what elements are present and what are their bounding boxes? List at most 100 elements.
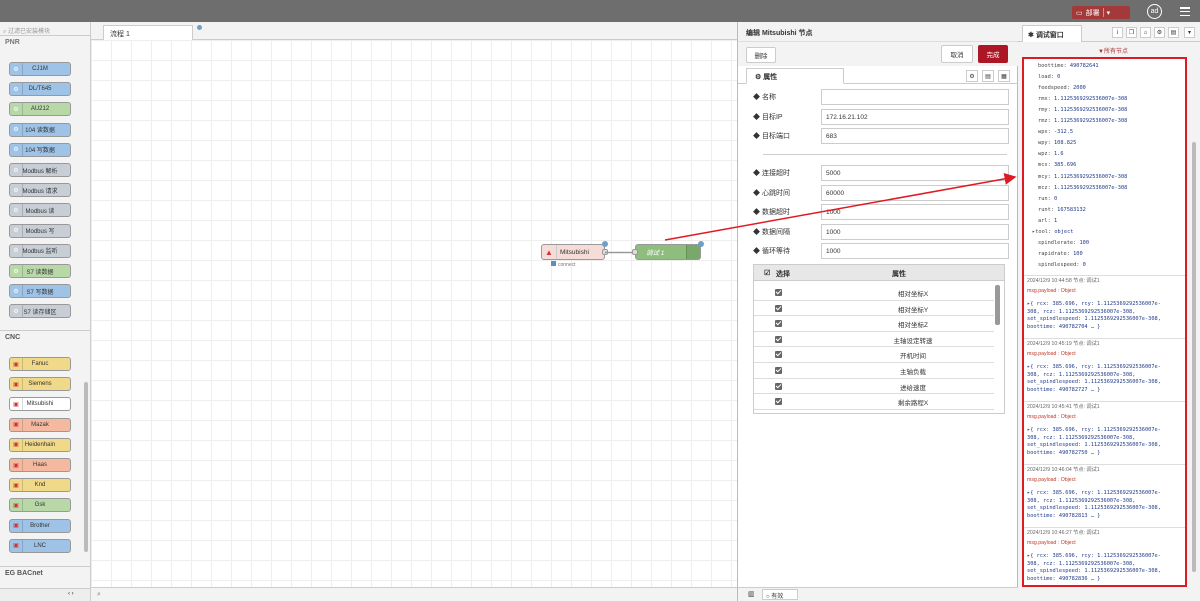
palette-node[interactable]: ▣ LNC xyxy=(9,538,71,553)
description-icon[interactable]: ▤ xyxy=(982,70,994,82)
palette-category-top[interactable]: PNR xyxy=(0,36,90,50)
user-avatar[interactable]: ad xyxy=(1147,4,1162,19)
palette-node[interactable]: ⚙ S7 读数据 xyxy=(9,264,71,278)
hamburger-menu-icon[interactable] xyxy=(1180,7,1190,16)
gear-icon[interactable]: ⚙ xyxy=(1154,27,1165,38)
tab-debug[interactable]: ✱ 调试窗口 xyxy=(1022,25,1082,42)
tab-flow-1[interactable]: 流程 1 xyxy=(103,25,193,40)
appearance-icon[interactable]: ▦ xyxy=(998,70,1010,82)
table-row[interactable]: 主轴设定转速 xyxy=(754,332,994,348)
flow-node-mitsubishi[interactable]: ▲ Mitsubishi xyxy=(541,241,608,260)
node-icon: ⚙ xyxy=(10,184,23,197)
settings-icon[interactable]: ⚙ xyxy=(966,70,978,82)
message-type: msg.payload : Object xyxy=(1027,414,1076,420)
row-checkbox[interactable] xyxy=(775,398,782,406)
changed-dot xyxy=(602,241,608,247)
table-row[interactable]: 相对坐标X xyxy=(754,285,994,301)
clipboard-icon[interactable]: ▤ xyxy=(1168,27,1179,38)
message-body[interactable]: ▸{ rcx: 385.696, rcy: 1.1125369292536007… xyxy=(1027,490,1185,520)
debug-filter[interactable]: ▼所有节点 xyxy=(1098,46,1128,55)
palette-search-input[interactable]: ⌕ 过滤已安装模块 xyxy=(0,22,90,36)
debug-property: wpz: 1.6 xyxy=(1038,151,1064,158)
palette-node[interactable]: ▣ Fanuc xyxy=(9,357,71,371)
row-checkbox[interactable] xyxy=(775,289,782,296)
copy-icon[interactable]: ❐ xyxy=(1126,27,1137,38)
message-body[interactable]: ▸{ rcx: 385.696, rcy: 1.1125369292536007… xyxy=(1027,364,1185,394)
delete-button[interactable]: 删除 xyxy=(746,47,776,63)
field-input[interactable]: 1000 xyxy=(821,204,1009,220)
field-input[interactable]: 1000 xyxy=(821,223,1009,240)
header-checkbox-icon[interactable]: ☑ xyxy=(764,269,770,277)
debug-property: runt: 167583132 xyxy=(1038,206,1086,213)
palette-node[interactable]: ▣ Heidenhain xyxy=(9,437,71,452)
message-body[interactable]: ▸{ rcx: 385.696, rcy: 1.1125369292536007… xyxy=(1027,301,1185,331)
info-icon[interactable]: i xyxy=(1112,27,1123,38)
field-input[interactable]: 5000 xyxy=(821,165,1009,181)
palette-node[interactable]: ▣ Brother xyxy=(9,518,71,533)
tray-title: 编辑 Mitsubishi 节点 xyxy=(738,22,1019,42)
debug-messages-panel[interactable]: boottime: 490782641 load: 0 feedspeed: 200… xyxy=(1022,57,1187,587)
palette-node[interactable]: ⚙ Modbus 解析 xyxy=(9,163,71,177)
palette-category-cnc[interactable]: CNC xyxy=(0,330,90,344)
palette-node[interactable]: ⚙ S7 写数据 xyxy=(9,284,71,299)
palette-node[interactable]: ⚙ 104 读数据 xyxy=(9,122,71,137)
input-port[interactable] xyxy=(632,249,638,255)
debug-scrollbar[interactable] xyxy=(1192,142,1196,572)
palette-node[interactable]: ▣ Knd xyxy=(9,478,71,493)
palette-node[interactable]: ⚙ Modbus 请求 xyxy=(9,183,71,198)
table-scrollbar[interactable] xyxy=(995,285,1000,325)
palette-node[interactable]: ▣ Haas xyxy=(9,458,71,472)
palette-category-bacnet[interactable]: EG BACnet xyxy=(0,566,90,580)
book-icon[interactable]: ▥ xyxy=(748,590,755,598)
message-body[interactable]: ▸{ rcx: 385.696, rcy: 1.1125369292536007… xyxy=(1027,427,1185,457)
flow-node-debug[interactable]: 调试 1 xyxy=(632,241,704,260)
enabled-toggle[interactable]: ○ 有效 xyxy=(762,589,798,600)
table-row[interactable]: 相对坐标Z xyxy=(754,316,994,332)
palette-node[interactable]: ▣ Mazak xyxy=(9,417,71,432)
table-row[interactable]: 主轴负载 xyxy=(754,363,994,379)
chevron-down-icon[interactable]: ▾ xyxy=(1184,27,1195,38)
palette-node[interactable]: ⚙ CJ1M xyxy=(9,62,71,76)
home-icon[interactable]: ⌂ xyxy=(1140,27,1151,38)
flow-canvas[interactable]: ▲ Mitsubishi connect 调试 1 xyxy=(91,40,737,587)
field-input[interactable]: 1000 xyxy=(821,243,1009,259)
palette-scrollbar[interactable] xyxy=(84,382,88,552)
table-row[interactable]: 开机时间 xyxy=(754,347,994,363)
message-body[interactable]: ▸{ rcx: 385.696, rcy: 1.1125369292536007… xyxy=(1027,553,1185,583)
table-row[interactable]: 剩余路程X xyxy=(754,394,994,410)
palette-node[interactable]: ⚙ AU212 xyxy=(9,102,71,117)
node-icon: ⚙ xyxy=(10,204,23,217)
palette-node[interactable]: ⚙ DL/T645 xyxy=(9,82,71,97)
row-checkbox[interactable] xyxy=(775,382,782,390)
palette-node[interactable]: ⚙ Modbus 监听 xyxy=(9,243,71,258)
palette-node[interactable]: ⚙ 104 写数据 xyxy=(9,142,71,157)
field-input[interactable]: 60000 xyxy=(821,184,1009,201)
palette-node[interactable]: ⚙ S7 读存储区 xyxy=(9,304,71,319)
row-checkbox[interactable] xyxy=(775,367,782,374)
row-checkbox[interactable] xyxy=(775,335,782,343)
palette-node[interactable]: ▣ Gsk xyxy=(9,498,71,513)
field-label: ◆ 名称 xyxy=(753,94,776,101)
palette-node[interactable]: ⚙ Modbus 写 xyxy=(9,223,71,238)
table-row[interactable]: 相对坐标Y xyxy=(754,301,994,317)
tab-properties[interactable]: ⚙ 属性 xyxy=(746,68,844,84)
palette-node[interactable]: ▣ Mitsubishi xyxy=(9,397,71,412)
field-input[interactable] xyxy=(821,89,1009,105)
deploy-button[interactable]: ▭ 部署 ▾ xyxy=(1072,6,1130,19)
debug-property: boottime: 490782641 xyxy=(1038,63,1099,69)
collapse-icon[interactable]: ‹ › xyxy=(68,591,74,597)
zoom-search-icon[interactable]: ⌕ xyxy=(97,591,101,599)
chevron-down-icon[interactable]: ▾ xyxy=(1107,9,1111,17)
palette-node[interactable]: ▣ Siemens xyxy=(9,377,71,392)
palette-node[interactable]: ⚙ Modbus 读 xyxy=(9,203,71,218)
debug-property: arl: 1 xyxy=(1038,217,1058,224)
field-input[interactable]: 683 xyxy=(821,128,1009,144)
row-checkbox[interactable] xyxy=(775,320,782,328)
row-checkbox[interactable] xyxy=(775,304,782,312)
debug-property: spindlerate: 100 xyxy=(1038,239,1090,246)
field-input[interactable]: 172.16.21.102 xyxy=(821,108,1009,125)
row-checkbox[interactable] xyxy=(775,351,782,359)
cancel-button[interactable]: 取消 xyxy=(941,45,973,63)
table-row[interactable]: 进给速度 xyxy=(754,379,994,395)
done-button[interactable]: 完成 xyxy=(978,45,1008,63)
